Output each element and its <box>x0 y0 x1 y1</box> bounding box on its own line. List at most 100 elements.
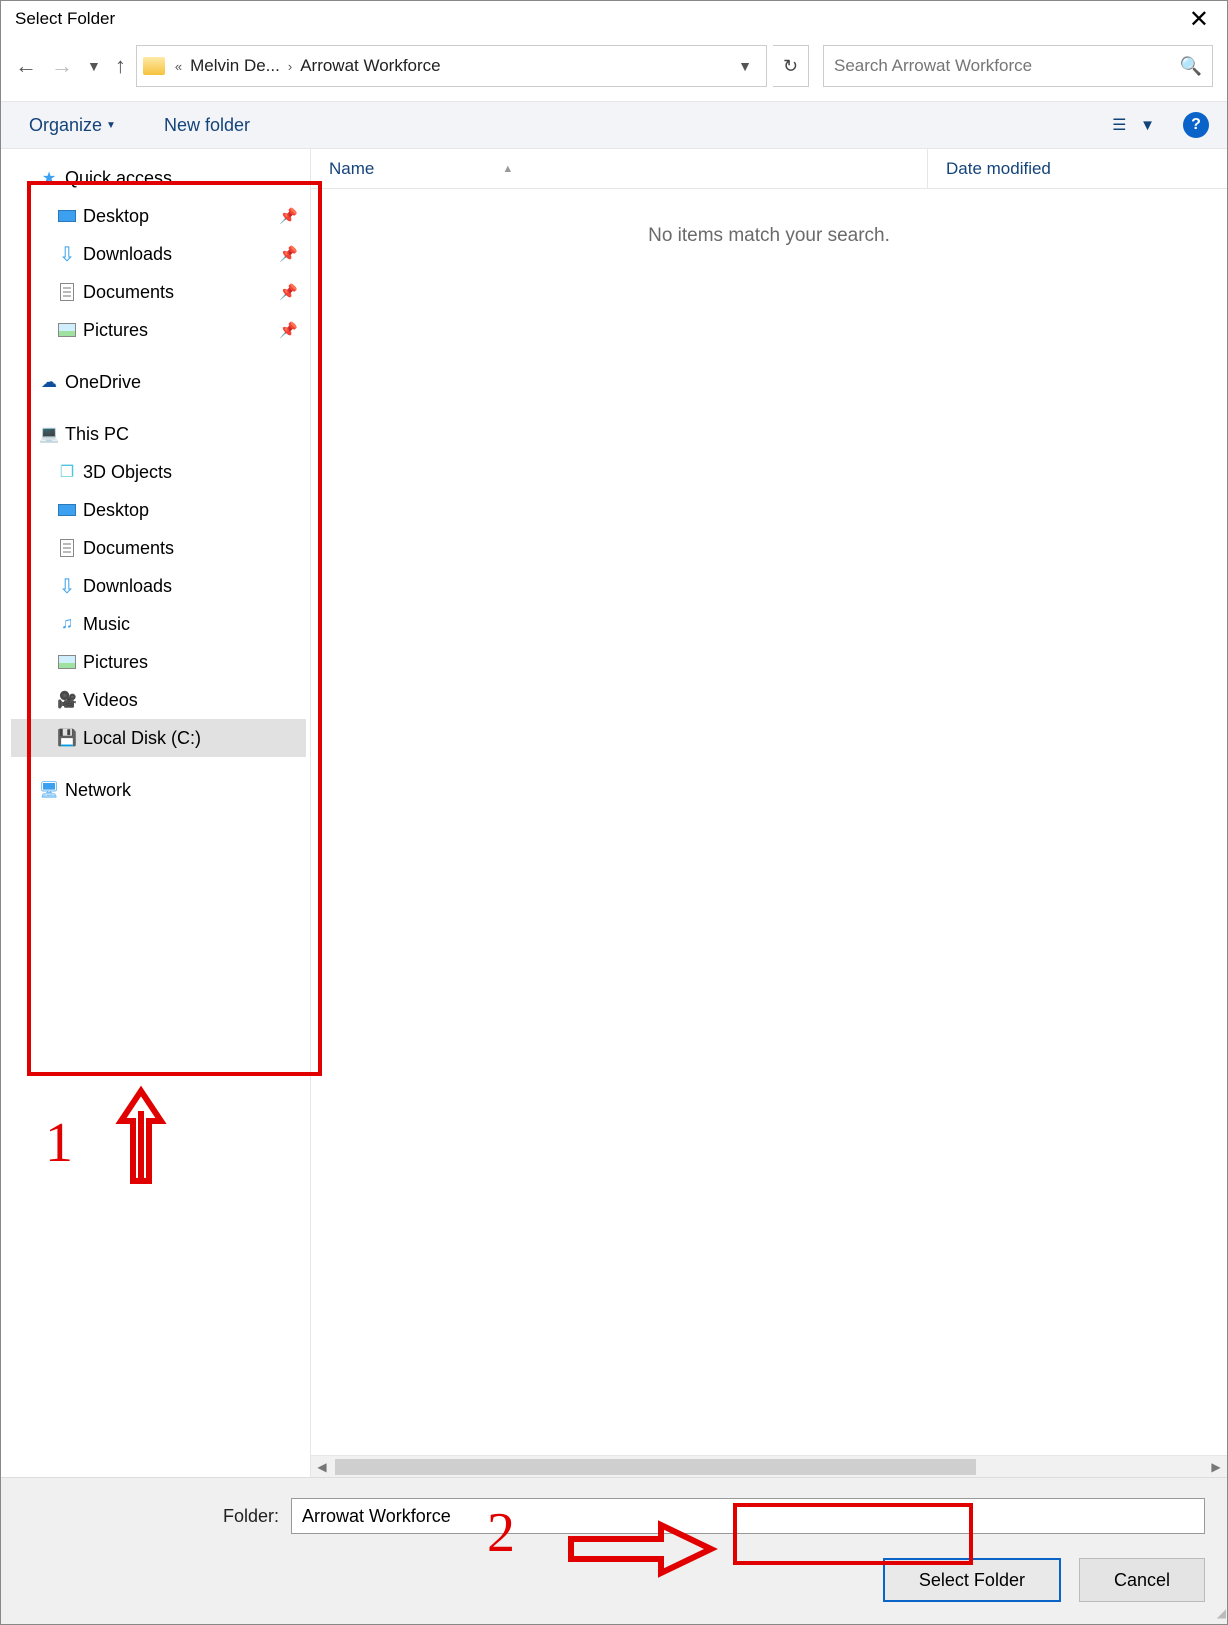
search-input[interactable] <box>834 56 1180 76</box>
back-button[interactable]: ← <box>15 53 37 79</box>
pin-icon: 📌 <box>279 207 298 225</box>
tree-network[interactable]: 🖥 Network <box>11 771 306 809</box>
command-bar: Organize ▼ New folder ▼ ? <box>1 101 1227 149</box>
folder-name-input[interactable] <box>291 1498 1205 1534</box>
tree-this-pc[interactable]: 💻 This PC <box>11 415 306 453</box>
breadcrumb-dropdown[interactable]: ▼ <box>730 58 760 74</box>
tree-item-desktop[interactable]: Desktop 📌 <box>11 197 306 235</box>
forward-button[interactable]: → <box>51 53 73 79</box>
chevron-right-icon: « <box>169 59 188 74</box>
download-icon: ⇩ <box>57 576 77 596</box>
tree-item-desktop-2[interactable]: Desktop <box>11 491 306 529</box>
tree-quick-access[interactable]: ★ Quick access <box>11 159 306 197</box>
cancel-label: Cancel <box>1114 1570 1170 1591</box>
tree-item-downloads-2[interactable]: ⇩ Downloads <box>11 567 306 605</box>
help-button[interactable]: ? <box>1183 112 1209 138</box>
breadcrumb-seg-2[interactable]: Arrowat Workforce <box>298 56 442 76</box>
tree-onedrive[interactable]: ☁ OneDrive <box>11 363 306 401</box>
breadcrumb[interactable]: « Melvin De... › Arrowat Workforce ▼ <box>136 45 767 87</box>
chevron-right-icon: › <box>282 59 298 74</box>
main-area: ★ Quick access Desktop 📌 ⇩ Downloads 📌 D… <box>1 149 1227 1477</box>
pc-icon: 💻 <box>39 424 59 444</box>
history-dropdown[interactable]: ▼ <box>87 58 101 74</box>
organize-label: Organize <box>29 115 102 136</box>
resize-grip-icon[interactable]: ◢ <box>1217 1606 1223 1620</box>
disk-icon: 💾 <box>57 728 77 748</box>
scroll-left-icon[interactable]: ◀ <box>311 1460 333 1474</box>
tree-item-documents-2[interactable]: Documents <box>11 529 306 567</box>
tree-label: Downloads <box>83 244 172 265</box>
tree-item-local-disk[interactable]: 💾 Local Disk (C:) <box>11 719 306 757</box>
tree-label: 3D Objects <box>83 462 172 483</box>
music-icon: ♫ <box>57 614 77 634</box>
close-button[interactable]: ✕ <box>1179 5 1219 34</box>
tree-item-3dobjects[interactable]: ❐ 3D Objects <box>11 453 306 491</box>
tree-label: Pictures <box>83 320 148 341</box>
tree-item-documents[interactable]: Documents 📌 <box>11 273 306 311</box>
column-name[interactable]: Name ▲ <box>311 159 927 179</box>
scrollbar-thumb[interactable] <box>335 1459 976 1475</box>
help-icon: ? <box>1191 116 1201 134</box>
nav-arrows: ← → ▼ ↑ <box>15 53 130 79</box>
chevron-down-icon: ▼ <box>106 120 116 131</box>
tree-label: Music <box>83 614 130 635</box>
tree-item-downloads[interactable]: ⇩ Downloads 📌 <box>11 235 306 273</box>
dialog-footer: Folder: Select Folder Cancel <box>1 1477 1227 1624</box>
up-button[interactable]: ↑ <box>115 53 126 79</box>
title-bar: Select Folder ✕ <box>1 1 1227 37</box>
desktop-icon <box>58 210 76 222</box>
folder-icon <box>143 57 165 75</box>
pictures-icon <box>58 655 76 669</box>
organize-menu[interactable]: Organize ▼ <box>19 111 126 140</box>
tree-label: Quick access <box>65 168 172 189</box>
chevron-down-icon: ▼ <box>1140 117 1155 134</box>
star-icon: ★ <box>39 168 59 188</box>
tree-label: Network <box>65 780 131 801</box>
select-folder-button[interactable]: Select Folder <box>883 1558 1061 1602</box>
search-box[interactable]: 🔍 <box>823 45 1213 87</box>
breadcrumb-seg-1[interactable]: Melvin De... <box>188 56 282 76</box>
folder-row: Folder: <box>23 1498 1205 1534</box>
tree-item-videos[interactable]: 🎥 Videos <box>11 681 306 719</box>
tree-label: This PC <box>65 424 129 445</box>
cancel-button[interactable]: Cancel <box>1079 1558 1205 1602</box>
refresh-button[interactable]: ↻ <box>773 45 809 87</box>
view-icon <box>1112 115 1132 135</box>
button-row: Select Folder Cancel <box>23 1558 1205 1602</box>
select-folder-label: Select Folder <box>919 1570 1025 1591</box>
network-icon: 🖥 <box>39 780 59 800</box>
tree-label: Documents <box>83 538 174 559</box>
column-date-label: Date modified <box>946 159 1051 179</box>
tree-item-pictures-2[interactable]: Pictures <box>11 643 306 681</box>
desktop-icon <box>58 504 76 516</box>
cube-icon: ❐ <box>57 462 77 482</box>
folder-label: Folder: <box>223 1506 279 1527</box>
column-headers: Name ▲ Date modified <box>311 149 1227 189</box>
download-icon: ⇩ <box>57 244 77 264</box>
tree-item-pictures[interactable]: Pictures 📌 <box>11 311 306 349</box>
pictures-icon <box>58 323 76 337</box>
new-folder-button[interactable]: New folder <box>154 111 260 140</box>
view-options-button[interactable]: ▼ <box>1102 111 1165 139</box>
scroll-right-icon[interactable]: ▶ <box>1205 1460 1227 1474</box>
navigation-row: ← → ▼ ↑ « Melvin De... › Arrowat Workfor… <box>1 37 1227 101</box>
horizontal-scrollbar[interactable]: ◀ ▶ <box>311 1455 1227 1477</box>
tree-label: Documents <box>83 282 174 303</box>
refresh-icon: ↻ <box>783 56 798 77</box>
video-icon: 🎥 <box>57 690 77 710</box>
nav-tree: ★ Quick access Desktop 📌 ⇩ Downloads 📌 D… <box>1 159 310 809</box>
nav-pane: ★ Quick access Desktop 📌 ⇩ Downloads 📌 D… <box>1 149 311 1477</box>
sort-indicator-icon: ▲ <box>502 163 513 175</box>
select-folder-dialog: Select Folder ✕ ← → ▼ ↑ « Melvin De... ›… <box>1 1 1227 1624</box>
document-icon <box>60 539 74 557</box>
column-name-label: Name <box>329 159 374 179</box>
tree-item-music[interactable]: ♫ Music <box>11 605 306 643</box>
tree-label: Pictures <box>83 652 148 673</box>
document-icon <box>60 283 74 301</box>
tree-label: Desktop <box>83 206 149 227</box>
search-icon: 🔍 <box>1180 56 1202 77</box>
tree-label: Downloads <box>83 576 172 597</box>
dialog-title: Select Folder <box>15 9 115 29</box>
tree-label: Videos <box>83 690 138 711</box>
column-date-modified[interactable]: Date modified <box>927 149 1227 188</box>
